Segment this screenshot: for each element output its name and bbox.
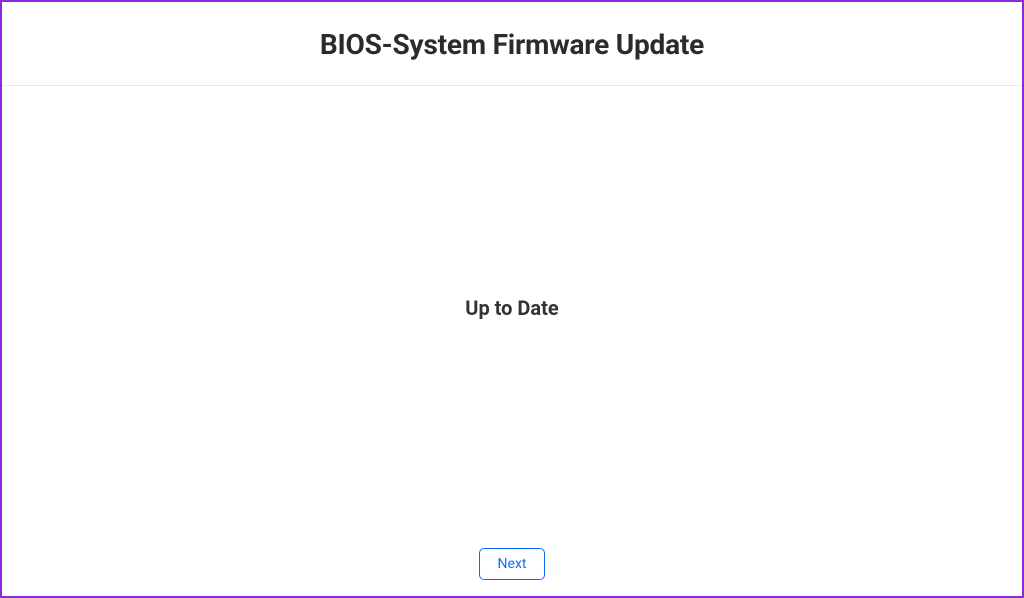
- header: BIOS-System Firmware Update: [0, 0, 1024, 86]
- update-status-text: Up to Date: [465, 296, 558, 320]
- next-button[interactable]: Next: [479, 548, 546, 580]
- firmware-update-panel: BIOS-System Firmware Update Up to Date N…: [0, 0, 1024, 598]
- footer: Next: [0, 530, 1024, 598]
- page-title: BIOS-System Firmware Update: [20, 28, 1004, 61]
- content-area: Up to Date: [0, 86, 1024, 530]
